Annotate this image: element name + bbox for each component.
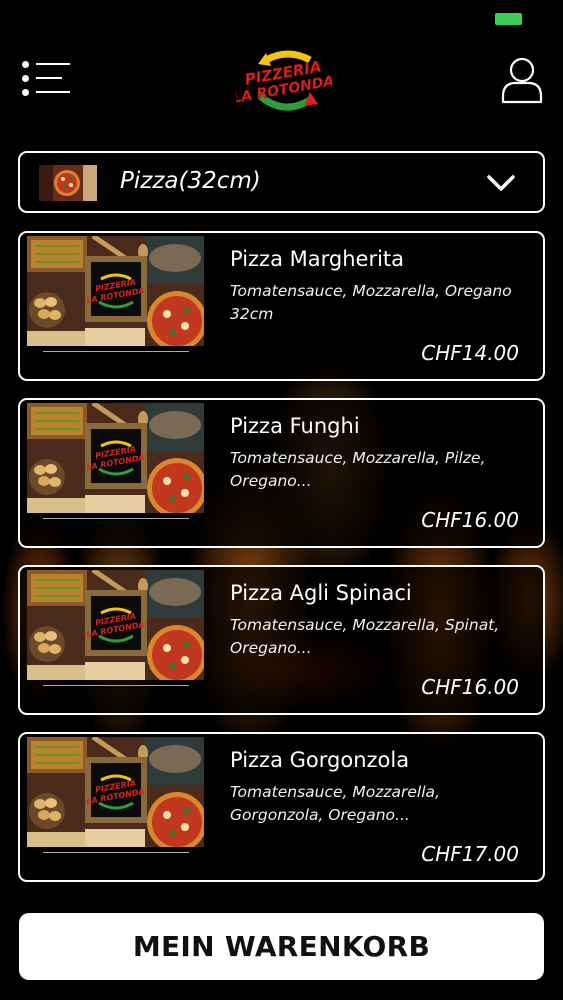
product-description: Tomatensauce, Mozzarella, Pilze, Oregano… xyxy=(230,449,486,490)
product-card[interactable]: PIZZERIA LA ROTONDA Pizza Gorgonzola Tom… xyxy=(18,732,545,882)
product-price: CHF16.00 xyxy=(421,675,519,699)
category-thumbnail xyxy=(39,165,97,201)
battery-icon xyxy=(495,13,522,25)
hamburger-menu-icon[interactable] xyxy=(20,58,72,98)
product-card[interactable]: PIZZERIA LA ROTONDA Pizza Agli Spinaci T… xyxy=(18,565,545,715)
user-icon[interactable] xyxy=(500,56,544,104)
product-image: PIZZERIA LA ROTONDA xyxy=(27,734,207,852)
image-divider xyxy=(43,518,189,519)
image-divider xyxy=(43,852,189,853)
product-description: Tomatensauce, Mozzarella, Oregano 32cm xyxy=(230,282,512,323)
product-card[interactable]: PIZZERIA LA ROTONDA Pizza Margherita Tom… xyxy=(18,231,545,381)
product-image: PIZZERIA LA ROTONDA xyxy=(27,400,207,518)
product-description: Tomatensauce, Mozzarella, Gorgonzola, Or… xyxy=(230,783,440,824)
image-divider xyxy=(43,685,189,686)
app-header: PIZZERIA LA ROTONDA xyxy=(0,40,563,120)
product-description: Tomatensauce, Mozzarella, Spinat, Oregan… xyxy=(230,616,500,657)
image-divider xyxy=(43,351,189,352)
category-label: Pizza(32cm) xyxy=(120,168,261,194)
product-image: PIZZERIA LA ROTONDA xyxy=(27,567,207,685)
product-name: Pizza Funghi xyxy=(230,414,360,438)
product-price: CHF14.00 xyxy=(421,341,519,365)
category-dropdown[interactable]: Pizza(32cm) xyxy=(18,151,545,213)
product-price: CHF17.00 xyxy=(421,842,519,866)
pizzeria-logo: PIZZERIA LA ROTONDA xyxy=(231,50,336,114)
cart-button[interactable]: MEIN WARENKORB xyxy=(19,913,544,980)
product-name: Pizza Margherita xyxy=(230,247,405,271)
product-name: Pizza Agli Spinaci xyxy=(230,581,412,605)
product-price: CHF16.00 xyxy=(421,508,519,532)
product-card[interactable]: PIZZERIA LA ROTONDA Pizza Funghi Tomaten… xyxy=(18,398,545,548)
chevron-down-icon xyxy=(485,172,517,194)
cart-button-label: MEIN WARENKORB xyxy=(132,930,431,963)
product-image: PIZZERIA LA ROTONDA xyxy=(27,233,207,351)
product-name: Pizza Gorgonzola xyxy=(230,748,410,772)
